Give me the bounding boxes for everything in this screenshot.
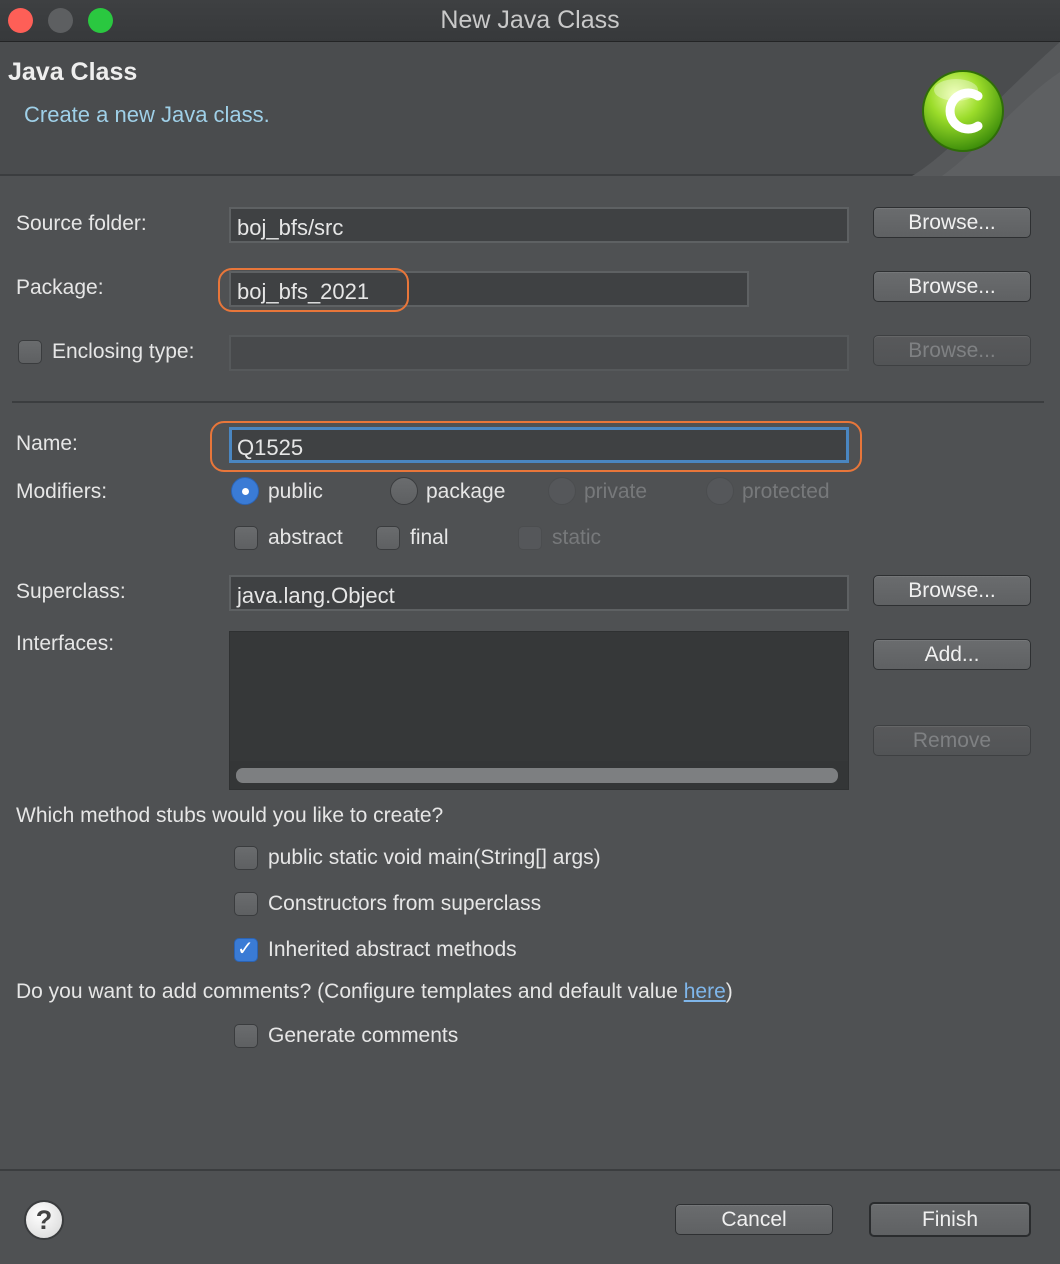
superclass-browse-button[interactable]: Browse... bbox=[873, 575, 1031, 606]
cancel-button[interactable]: Cancel bbox=[675, 1204, 833, 1235]
abstract-checkbox[interactable] bbox=[234, 526, 258, 550]
interfaces-scrollbar-thumb[interactable] bbox=[236, 768, 838, 783]
section-divider bbox=[12, 401, 1044, 403]
superclass-field[interactable]: java.lang.Object bbox=[229, 575, 849, 611]
inherited-abstract-checkbox[interactable]: ✓ bbox=[234, 936, 258, 962]
enclosing-type-checkbox[interactable] bbox=[18, 340, 42, 364]
source-folder-browse-button[interactable]: Browse... bbox=[873, 207, 1031, 238]
interfaces-add-button[interactable]: Add... bbox=[873, 639, 1031, 670]
constructors-checkbox[interactable] bbox=[234, 892, 258, 916]
window-title: New Java Class bbox=[440, 6, 620, 34]
finish-button[interactable]: Finish bbox=[869, 1202, 1031, 1237]
configure-templates-link[interactable]: here bbox=[684, 980, 726, 1003]
protected-radio[interactable] bbox=[706, 477, 734, 505]
name-highlight bbox=[210, 421, 862, 472]
superclass-label: Superclass: bbox=[16, 580, 126, 603]
checkmark-icon: ✓ bbox=[237, 936, 254, 960]
inherited-abstract-label: Inherited abstract methods bbox=[268, 938, 517, 961]
source-folder-label: Source folder: bbox=[16, 212, 147, 235]
footer-divider bbox=[0, 1169, 1060, 1171]
package-browse-button[interactable]: Browse... bbox=[873, 271, 1031, 302]
main-method-label: public static void main(String[] args) bbox=[268, 846, 601, 869]
enclosing-type-browse-button[interactable]: Browse... bbox=[873, 335, 1031, 366]
banner-title: Java Class bbox=[8, 58, 138, 86]
generate-comments-label: Generate comments bbox=[268, 1024, 459, 1047]
source-folder-field[interactable]: boj_bfs/src bbox=[229, 207, 849, 243]
package-highlight bbox=[218, 268, 409, 312]
comments-question-suffix: ) bbox=[725, 980, 733, 1003]
private-radio-label: private bbox=[584, 480, 648, 503]
generate-comments-checkbox[interactable] bbox=[234, 1024, 258, 1048]
help-icon[interactable]: ? bbox=[24, 1200, 64, 1240]
comments-question-text: Do you want to add comments? (Configure … bbox=[16, 980, 684, 1003]
package-label: Package: bbox=[16, 276, 104, 299]
abstract-checkbox-label: abstract bbox=[268, 526, 343, 549]
private-radio[interactable] bbox=[548, 477, 576, 505]
modifiers-label: Modifiers: bbox=[16, 480, 108, 503]
constructors-label: Constructors from superclass bbox=[268, 892, 542, 915]
interfaces-remove-button[interactable]: Remove bbox=[873, 725, 1031, 756]
enclosing-type-field[interactable] bbox=[229, 335, 849, 371]
protected-radio-label: protected bbox=[742, 480, 830, 503]
name-label: Name: bbox=[16, 432, 78, 455]
static-checkbox[interactable] bbox=[518, 526, 542, 550]
public-radio-label: public bbox=[268, 480, 323, 503]
final-checkbox-label: final bbox=[410, 526, 449, 549]
main-method-checkbox[interactable] bbox=[234, 846, 258, 870]
package-radio-label: package bbox=[426, 480, 506, 503]
interfaces-label: Interfaces: bbox=[16, 632, 115, 655]
final-checkbox[interactable] bbox=[376, 526, 400, 550]
method-stubs-question: Which method stubs would you like to cre… bbox=[16, 804, 444, 827]
comments-question: Do you want to add comments? (Configure … bbox=[16, 980, 733, 1004]
java-class-c-icon bbox=[920, 68, 1006, 154]
banner-subtitle: Create a new Java class. bbox=[24, 102, 270, 127]
enclosing-type-label: Enclosing type: bbox=[52, 340, 195, 363]
static-checkbox-label: static bbox=[552, 526, 602, 549]
public-radio[interactable] bbox=[231, 477, 259, 505]
package-radio[interactable] bbox=[390, 477, 418, 505]
